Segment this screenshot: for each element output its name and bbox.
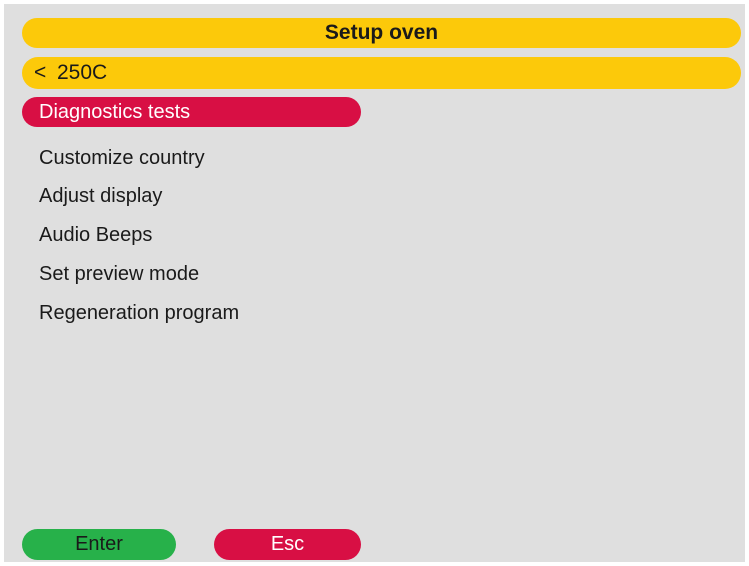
enter-button-label: Enter [75, 533, 123, 555]
page-title: Setup oven [22, 18, 741, 48]
temperature-value: 250C [57, 61, 108, 84]
menu-item-diagnostics-tests[interactable]: Diagnostics tests [22, 97, 361, 127]
esc-button-label: Esc [270, 533, 305, 555]
enter-button[interactable]: Enter [22, 529, 176, 560]
temperature-selector[interactable]: < 250C [22, 57, 741, 89]
menu-item-customize-country[interactable]: Customize country [22, 143, 205, 173]
menu-item-adjust-display[interactable]: Adjust display [22, 181, 162, 211]
page-title-text: Setup oven [324, 21, 439, 44]
esc-button[interactable]: Esc [214, 529, 361, 560]
menu-item-label: Adjust display [39, 185, 163, 207]
menu-item-label: Set preview mode [39, 263, 200, 285]
menu-item-regeneration-program[interactable]: Regeneration program [22, 298, 239, 328]
menu-item-set-preview-mode[interactable]: Set preview mode [22, 259, 199, 289]
menu-item-audio-beeps[interactable]: Audio Beeps [22, 220, 152, 250]
menu-item-label: Customize country [39, 147, 205, 169]
menu-item-label: Regeneration program [39, 302, 240, 324]
menu-item-label: Audio Beeps [39, 224, 153, 246]
left-arrow-icon[interactable]: < [34, 57, 46, 89]
menu-item-label: Diagnostics tests [39, 101, 191, 123]
oven-screen: Setup oven < 250C Diagnostics tests Cust… [4, 4, 745, 562]
